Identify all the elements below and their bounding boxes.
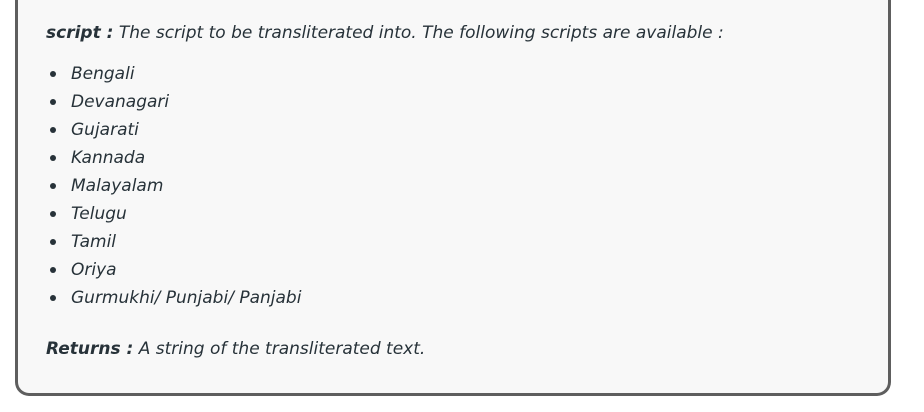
script-parameter-description: script : The script to be transliterated… bbox=[46, 22, 724, 44]
list-item: Gurmukhi/ Punjabi/ Panjabi bbox=[46, 284, 301, 312]
list-item: Tamil bbox=[46, 228, 301, 256]
list-item: Gujarati bbox=[46, 116, 301, 144]
list-item: Malayalam bbox=[46, 172, 301, 200]
bullet-icon bbox=[50, 267, 56, 273]
script-name: Gujarati bbox=[71, 120, 139, 140]
script-name: Bengali bbox=[71, 64, 135, 84]
returns-label: Returns : bbox=[46, 339, 134, 359]
script-name: Malayalam bbox=[71, 176, 164, 196]
script-name: Telugu bbox=[71, 204, 127, 224]
bullet-icon bbox=[50, 71, 56, 77]
bullet-icon bbox=[50, 127, 56, 133]
bullet-icon bbox=[50, 155, 56, 161]
list-item: Devanagari bbox=[46, 88, 301, 116]
script-parameter-label: script : bbox=[46, 23, 114, 43]
script-name: Devanagari bbox=[71, 92, 170, 112]
script-name: Kannada bbox=[71, 148, 146, 168]
bullet-icon bbox=[50, 295, 56, 301]
available-scripts-list: Bengali Devanagari Gujarati Kannada Mala… bbox=[46, 60, 301, 312]
returns-description: Returns : A string of the transliterated… bbox=[46, 338, 425, 360]
script-name: Tamil bbox=[71, 232, 117, 252]
bullet-icon bbox=[50, 183, 56, 189]
script-parameter-text: The script to be transliterated into. Th… bbox=[113, 23, 724, 43]
list-item: Bengali bbox=[46, 60, 301, 88]
documentation-box: script : The script to be transliterated… bbox=[15, 0, 891, 396]
returns-text: A string of the transliterated text. bbox=[133, 339, 426, 359]
list-item: Telugu bbox=[46, 200, 301, 228]
list-item: Kannada bbox=[46, 144, 301, 172]
bullet-icon bbox=[50, 211, 56, 217]
list-item: Oriya bbox=[46, 256, 301, 284]
script-name: Oriya bbox=[71, 260, 117, 280]
bullet-icon bbox=[50, 99, 56, 105]
script-name: Gurmukhi/ Punjabi/ Panjabi bbox=[71, 288, 302, 308]
bullet-icon bbox=[50, 239, 56, 245]
